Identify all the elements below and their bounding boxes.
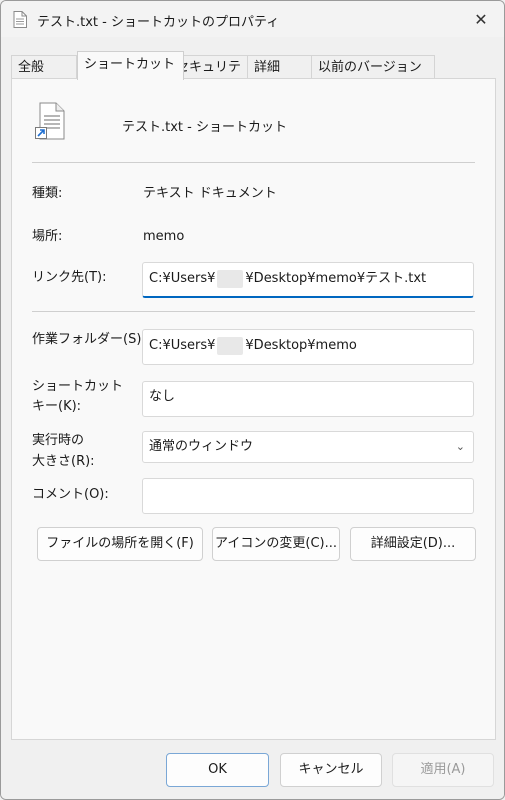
tab-general[interactable]: 全般 <box>11 55 77 79</box>
properties-window: テスト.txt - ショートカットのプロパティ ✕ 全般 ショートカット セキュ… <box>0 0 505 800</box>
tab-strip: 全般 ショートカット セキュリティ 詳細 以前のバージョン <box>11 51 496 98</box>
tab-shortcut[interactable]: ショートカット <box>77 51 184 80</box>
run-label-line2: 大きさ(R): <box>32 454 95 469</box>
change-icon-button[interactable]: アイコンの変更(C)... <box>212 527 340 561</box>
window-title: テスト.txt - ショートカットのプロパティ <box>37 15 280 30</box>
advanced-settings-button[interactable]: 詳細設定(D)... <box>350 527 476 561</box>
title-bar[interactable]: テスト.txt - ショートカットのプロパティ ✕ <box>1 1 504 37</box>
shortcut-file-name: テスト.txt - ショートカット <box>122 120 287 135</box>
apply-button[interactable]: 適用(A) <box>392 753 494 787</box>
tab-previous-versions[interactable]: 以前のバージョン <box>311 55 435 79</box>
comment-label: コメント(O): <box>32 487 109 502</box>
workdir-input[interactable]: C:¥Users¥ ¥Desktop¥memo <box>142 329 474 365</box>
type-value: テキスト ドキュメント <box>143 186 277 201</box>
hotkey-input[interactable]: なし <box>142 381 474 417</box>
close-icon: ✕ <box>474 9 488 29</box>
tab-details[interactable]: 詳細 <box>247 55 321 79</box>
shortcut-panel: テスト.txt - ショートカット 種類: テキスト ドキュメント 場所: me… <box>11 78 496 740</box>
location-value: memo <box>143 229 185 244</box>
target-label: リンク先(T): <box>32 270 107 285</box>
workdir-label: 作業フォルダー(S): <box>32 332 146 347</box>
location-label: 場所: <box>32 229 63 244</box>
chevron-down-icon: ⌄ <box>455 440 465 453</box>
redacted-username <box>217 269 244 288</box>
hotkey-label-line1: ショートカット <box>32 379 124 394</box>
ok-button[interactable]: OK <box>166 753 269 787</box>
dialog-footer: OK キャンセル 適用(A) <box>1 741 504 799</box>
target-divider <box>32 311 475 312</box>
redacted-username <box>217 336 244 355</box>
run-label-line1: 実行時の <box>32 433 85 448</box>
target-input[interactable]: C:¥Users¥ ¥Desktop¥memo¥テスト.txt <box>142 262 474 298</box>
cancel-button[interactable]: キャンセル <box>280 753 382 787</box>
hotkey-label-line2: キー(K): <box>32 399 82 414</box>
type-label: 種類: <box>32 186 63 201</box>
comment-input[interactable] <box>142 478 474 514</box>
open-file-location-button[interactable]: ファイルの場所を開く(F) <box>37 527 203 561</box>
shortcut-file-icon <box>35 102 65 140</box>
header-divider <box>32 162 475 163</box>
close-button[interactable]: ✕ <box>468 7 494 31</box>
run-size-select[interactable]: 通常のウィンドウ ⌄ <box>142 431 474 463</box>
text-file-icon <box>13 11 27 28</box>
